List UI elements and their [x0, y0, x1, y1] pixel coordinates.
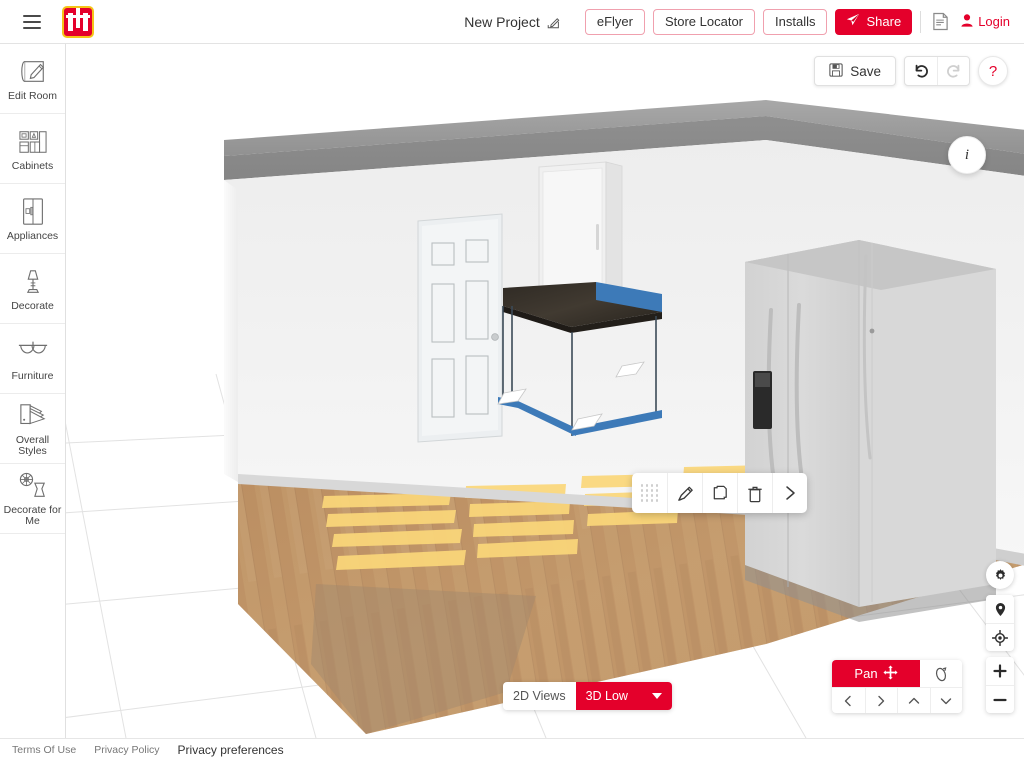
pan-orbit-controls: Pan: [832, 660, 962, 713]
table-icon: [17, 336, 49, 368]
edit-pencil-icon[interactable]: [547, 16, 560, 29]
header-divider: [920, 10, 922, 33]
chevron-right-icon[interactable]: [772, 473, 807, 513]
chevron-right-icon[interactable]: [864, 688, 898, 713]
redo-arrow-icon[interactable]: [937, 57, 969, 85]
chevron-down-icon: [651, 693, 662, 699]
top-header-bar: New Project eFlyer Store Locator Install…: [0, 0, 1024, 44]
home-hardware-logo[interactable]: [62, 5, 94, 38]
document-print-icon[interactable]: [929, 10, 951, 34]
undo-arrow-icon[interactable]: [905, 57, 937, 85]
terms-of-use-link[interactable]: Terms Of Use: [12, 744, 76, 756]
refrigerator-appliance: [745, 240, 996, 622]
flower-vase-icon: [17, 470, 49, 502]
chevron-down-icon[interactable]: [929, 688, 963, 713]
sidebar-item-label: Edit Room: [7, 89, 58, 102]
fridge-side: [859, 240, 996, 607]
save-undo-cluster: Save ?: [814, 56, 1008, 86]
hamburger-menu-icon[interactable]: [10, 0, 54, 44]
privacy-policy-link[interactable]: Privacy Policy: [94, 744, 159, 756]
sidebar-item-label: Decorate: [11, 299, 54, 312]
undo-redo-group: [904, 56, 970, 86]
sidebar-item-overall-styles[interactable]: Overall Styles: [0, 394, 65, 464]
view-mode-selector: 2D Views 3D Low: [503, 682, 672, 710]
locate-group: [986, 595, 1014, 651]
sidebar-item-label: Decorate for Me: [3, 504, 62, 527]
sidebar-item-decorate[interactable]: Decorate: [0, 254, 65, 324]
color-swatch-fan-icon: [18, 400, 48, 432]
left-sidebar: Edit Room Cabinets Appliances Decorate F…: [0, 44, 66, 738]
share-button[interactable]: Share: [835, 8, 913, 35]
pan-button[interactable]: Pan: [832, 660, 920, 687]
design-3d-viewport[interactable]: Save ? i 2D Views 3D Low Pan: [66, 44, 1024, 738]
zoom-in-button[interactable]: [986, 657, 1014, 685]
zoom-out-button[interactable]: [986, 685, 1014, 713]
login-button[interactable]: Login: [961, 13, 1010, 30]
object-context-toolbar: [632, 473, 807, 513]
viewport-tool-stack: [986, 561, 1014, 713]
store-locator-button[interactable]: Store Locator: [652, 8, 756, 35]
save-label: Save: [850, 63, 881, 79]
copy-duplicate-icon[interactable]: [702, 473, 737, 513]
kitchen-designer-app: New Project eFlyer Store Locator Install…: [0, 0, 1024, 760]
chevron-left-icon[interactable]: [832, 688, 865, 713]
user-icon: [961, 13, 973, 30]
share-label: Share: [866, 14, 902, 29]
location-pin-icon[interactable]: [986, 595, 1014, 623]
drag-dots-icon[interactable]: [632, 473, 667, 513]
login-label: Login: [978, 14, 1010, 29]
info-button[interactable]: i: [948, 136, 986, 174]
sidebar-item-edit-room[interactable]: Edit Room: [0, 44, 65, 114]
floppy-disk-icon: [829, 62, 843, 80]
orbit-rotate-icon[interactable]: [920, 660, 962, 687]
sidebar-item-decorate-for-me[interactable]: Decorate for Me: [0, 464, 65, 534]
footer-bar: Terms Of Use Privacy Policy Privacy pref…: [0, 738, 1024, 760]
sidebar-item-label: Overall Styles: [15, 434, 50, 457]
help-button[interactable]: ?: [978, 56, 1008, 86]
quality-label: 3D Low: [585, 689, 628, 703]
page-title: New Project: [464, 14, 540, 30]
quality-dropdown[interactable]: 3D Low: [575, 682, 672, 710]
save-button[interactable]: Save: [814, 56, 896, 86]
zoom-group: [986, 657, 1014, 713]
lamp-icon: [19, 266, 47, 298]
appliance-fridge-icon: [20, 196, 46, 228]
sidebar-item-cabinets[interactable]: Cabinets: [0, 114, 65, 184]
sidebar-item-label: Furniture: [11, 369, 54, 382]
cabinets-icon: [17, 126, 49, 158]
chevron-up-icon[interactable]: [897, 688, 930, 713]
room-3d-render: [66, 100, 1024, 738]
move-arrows-icon: [883, 664, 898, 683]
sidebar-item-furniture[interactable]: Furniture: [0, 324, 65, 394]
wall-cabinet: [538, 161, 623, 295]
trash-delete-icon[interactable]: [737, 473, 772, 513]
blueprint-pencil-icon: [18, 56, 48, 88]
left-wall: [224, 180, 238, 482]
header-actions: eFlyer Store Locator Installs Share Logi…: [584, 8, 1024, 35]
sidebar-item-label: Appliances: [6, 229, 59, 242]
paper-plane-icon: [846, 13, 860, 30]
privacy-preferences-link[interactable]: Privacy preferences: [178, 743, 284, 757]
sidebar-item-label: Cabinets: [11, 159, 54, 172]
installs-button[interactable]: Installs: [763, 8, 828, 35]
eflyer-button[interactable]: eFlyer: [584, 8, 645, 35]
sidebar-item-appliances[interactable]: Appliances: [0, 184, 65, 254]
settings-gear-icon[interactable]: [986, 561, 1014, 589]
pan-label: Pan: [854, 666, 878, 681]
interior-door: [417, 213, 503, 443]
recenter-target-icon[interactable]: [986, 623, 1014, 651]
pencil-edit-icon[interactable]: [667, 473, 702, 513]
views-2d-button[interactable]: 2D Views: [503, 682, 576, 710]
